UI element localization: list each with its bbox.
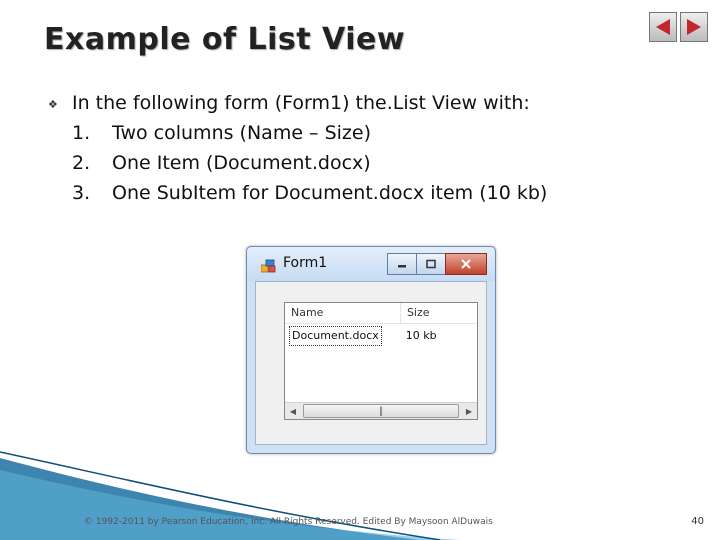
- cell-name: Document.docx: [285, 326, 400, 348]
- list-text: Two columns (Name – Size): [112, 122, 372, 144]
- slide-navigation: [649, 12, 708, 42]
- triangle-right-icon: [687, 19, 701, 35]
- form-title: Form1: [283, 255, 328, 271]
- list-number: 1.: [72, 122, 91, 144]
- list-text: One Item (Document.docx): [112, 152, 371, 174]
- slide-content: ❖ In the following form (Form1) the.List…: [48, 92, 688, 212]
- bullet-icon: ❖: [48, 98, 58, 111]
- scroll-left-icon[interactable]: ◀: [285, 407, 301, 416]
- page-number: 40: [691, 516, 704, 527]
- close-button[interactable]: [445, 253, 487, 275]
- next-slide-button[interactable]: [680, 12, 708, 42]
- cell-size: 10 kb: [405, 329, 437, 342]
- list-item: 1. Two columns (Name – Size): [72, 122, 688, 152]
- bullet-text: In the following form (Form1) the.List V…: [72, 92, 530, 114]
- form-client-area: Name Size Document.docx 10 kb ◀ ║ ▶: [255, 281, 487, 445]
- maximize-icon: [426, 259, 436, 269]
- slide-title: Example of List View: [44, 22, 406, 57]
- list-view-row[interactable]: Document.docx 10 kb: [285, 326, 477, 348]
- form-window: Form1 Name Size Document.docx 10 kb ◀ ║ …: [246, 246, 496, 454]
- column-header-name[interactable]: Name: [285, 303, 401, 323]
- list-view[interactable]: Name Size Document.docx 10 kb ◀ ║ ▶: [284, 302, 478, 420]
- minimize-button[interactable]: [387, 253, 417, 275]
- copyright-footer: © 1992-2011 by Pearson Education, Inc. A…: [84, 517, 493, 527]
- numbered-list: 1. Two columns (Name – Size) 2. One Item…: [72, 122, 688, 212]
- horizontal-scrollbar[interactable]: ◀ ║ ▶: [285, 402, 477, 419]
- form-titlebar[interactable]: Form1: [247, 247, 495, 281]
- list-number: 2.: [72, 152, 91, 174]
- window-controls: [387, 253, 487, 275]
- minimize-icon: [398, 265, 406, 268]
- bullet-point: ❖ In the following form (Form1) the.List…: [48, 92, 688, 122]
- list-text: One SubItem for Document.docx item (10 k…: [112, 182, 548, 204]
- list-item: 3. One SubItem for Document.docx item (1…: [72, 182, 688, 212]
- maximize-button[interactable]: [416, 253, 446, 275]
- scrollbar-thumb[interactable]: ║: [303, 404, 459, 418]
- close-icon: [461, 259, 471, 269]
- form-app-icon: [261, 259, 276, 273]
- list-number: 3.: [72, 182, 91, 204]
- list-view-header: Name Size: [285, 303, 477, 324]
- triangle-left-icon: [656, 19, 670, 35]
- grip-icon: ║: [378, 406, 384, 416]
- item-name: Document.docx: [289, 326, 382, 346]
- previous-slide-button[interactable]: [649, 12, 677, 42]
- column-header-size[interactable]: Size: [401, 303, 477, 323]
- scroll-right-icon[interactable]: ▶: [461, 407, 477, 416]
- list-item: 2. One Item (Document.docx): [72, 152, 688, 182]
